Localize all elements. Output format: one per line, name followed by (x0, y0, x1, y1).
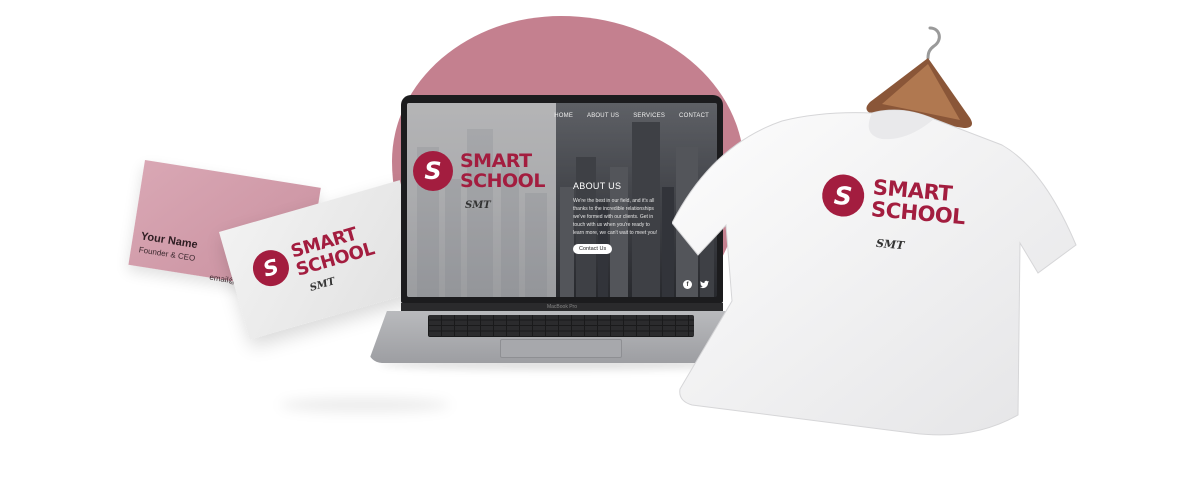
laptop-trackpad (500, 339, 622, 358)
website-screen: S SMART SCHOOL SMT HOME ABOUT US SERVICE… (407, 103, 717, 297)
logo-wordmark: SMART SCHOOL (289, 221, 377, 281)
laptop-keyboard (428, 315, 694, 337)
nav-home[interactable]: HOME (554, 113, 573, 119)
tshirt (672, 109, 1077, 436)
card-tagline: SMT (308, 276, 337, 294)
about-section: ABOUT US We're the best in our field, an… (573, 181, 661, 255)
logo-wordmark: SMART SCHOOL (460, 151, 545, 191)
logo-word-school: SCHOOL (460, 170, 545, 192)
about-text: We're the best in our field, and it's al… (573, 198, 658, 236)
logo-wordmark: SMART SCHOOL (870, 175, 968, 229)
logo-mark-icon: S (248, 245, 294, 291)
screen-dim-overlay (407, 103, 717, 297)
website-logo[interactable]: S SMART SCHOOL (413, 151, 545, 191)
cards-shadow (280, 398, 450, 412)
about-title: ABOUT US (573, 181, 622, 191)
tshirt-tagline: SMT (875, 236, 905, 253)
contact-us-button[interactable]: Contact Us (573, 244, 613, 254)
logo-mark-icon: S (820, 172, 866, 219)
website-tagline: SMT (465, 200, 491, 211)
logo-word-smart: SMART (460, 150, 532, 172)
logo-mark-icon: S (413, 151, 453, 191)
nav-services[interactable]: SERVICES (633, 113, 665, 119)
nav-about-us[interactable]: ABOUT US (587, 113, 619, 119)
card-logo: S SMART SCHOOL (248, 221, 377, 291)
